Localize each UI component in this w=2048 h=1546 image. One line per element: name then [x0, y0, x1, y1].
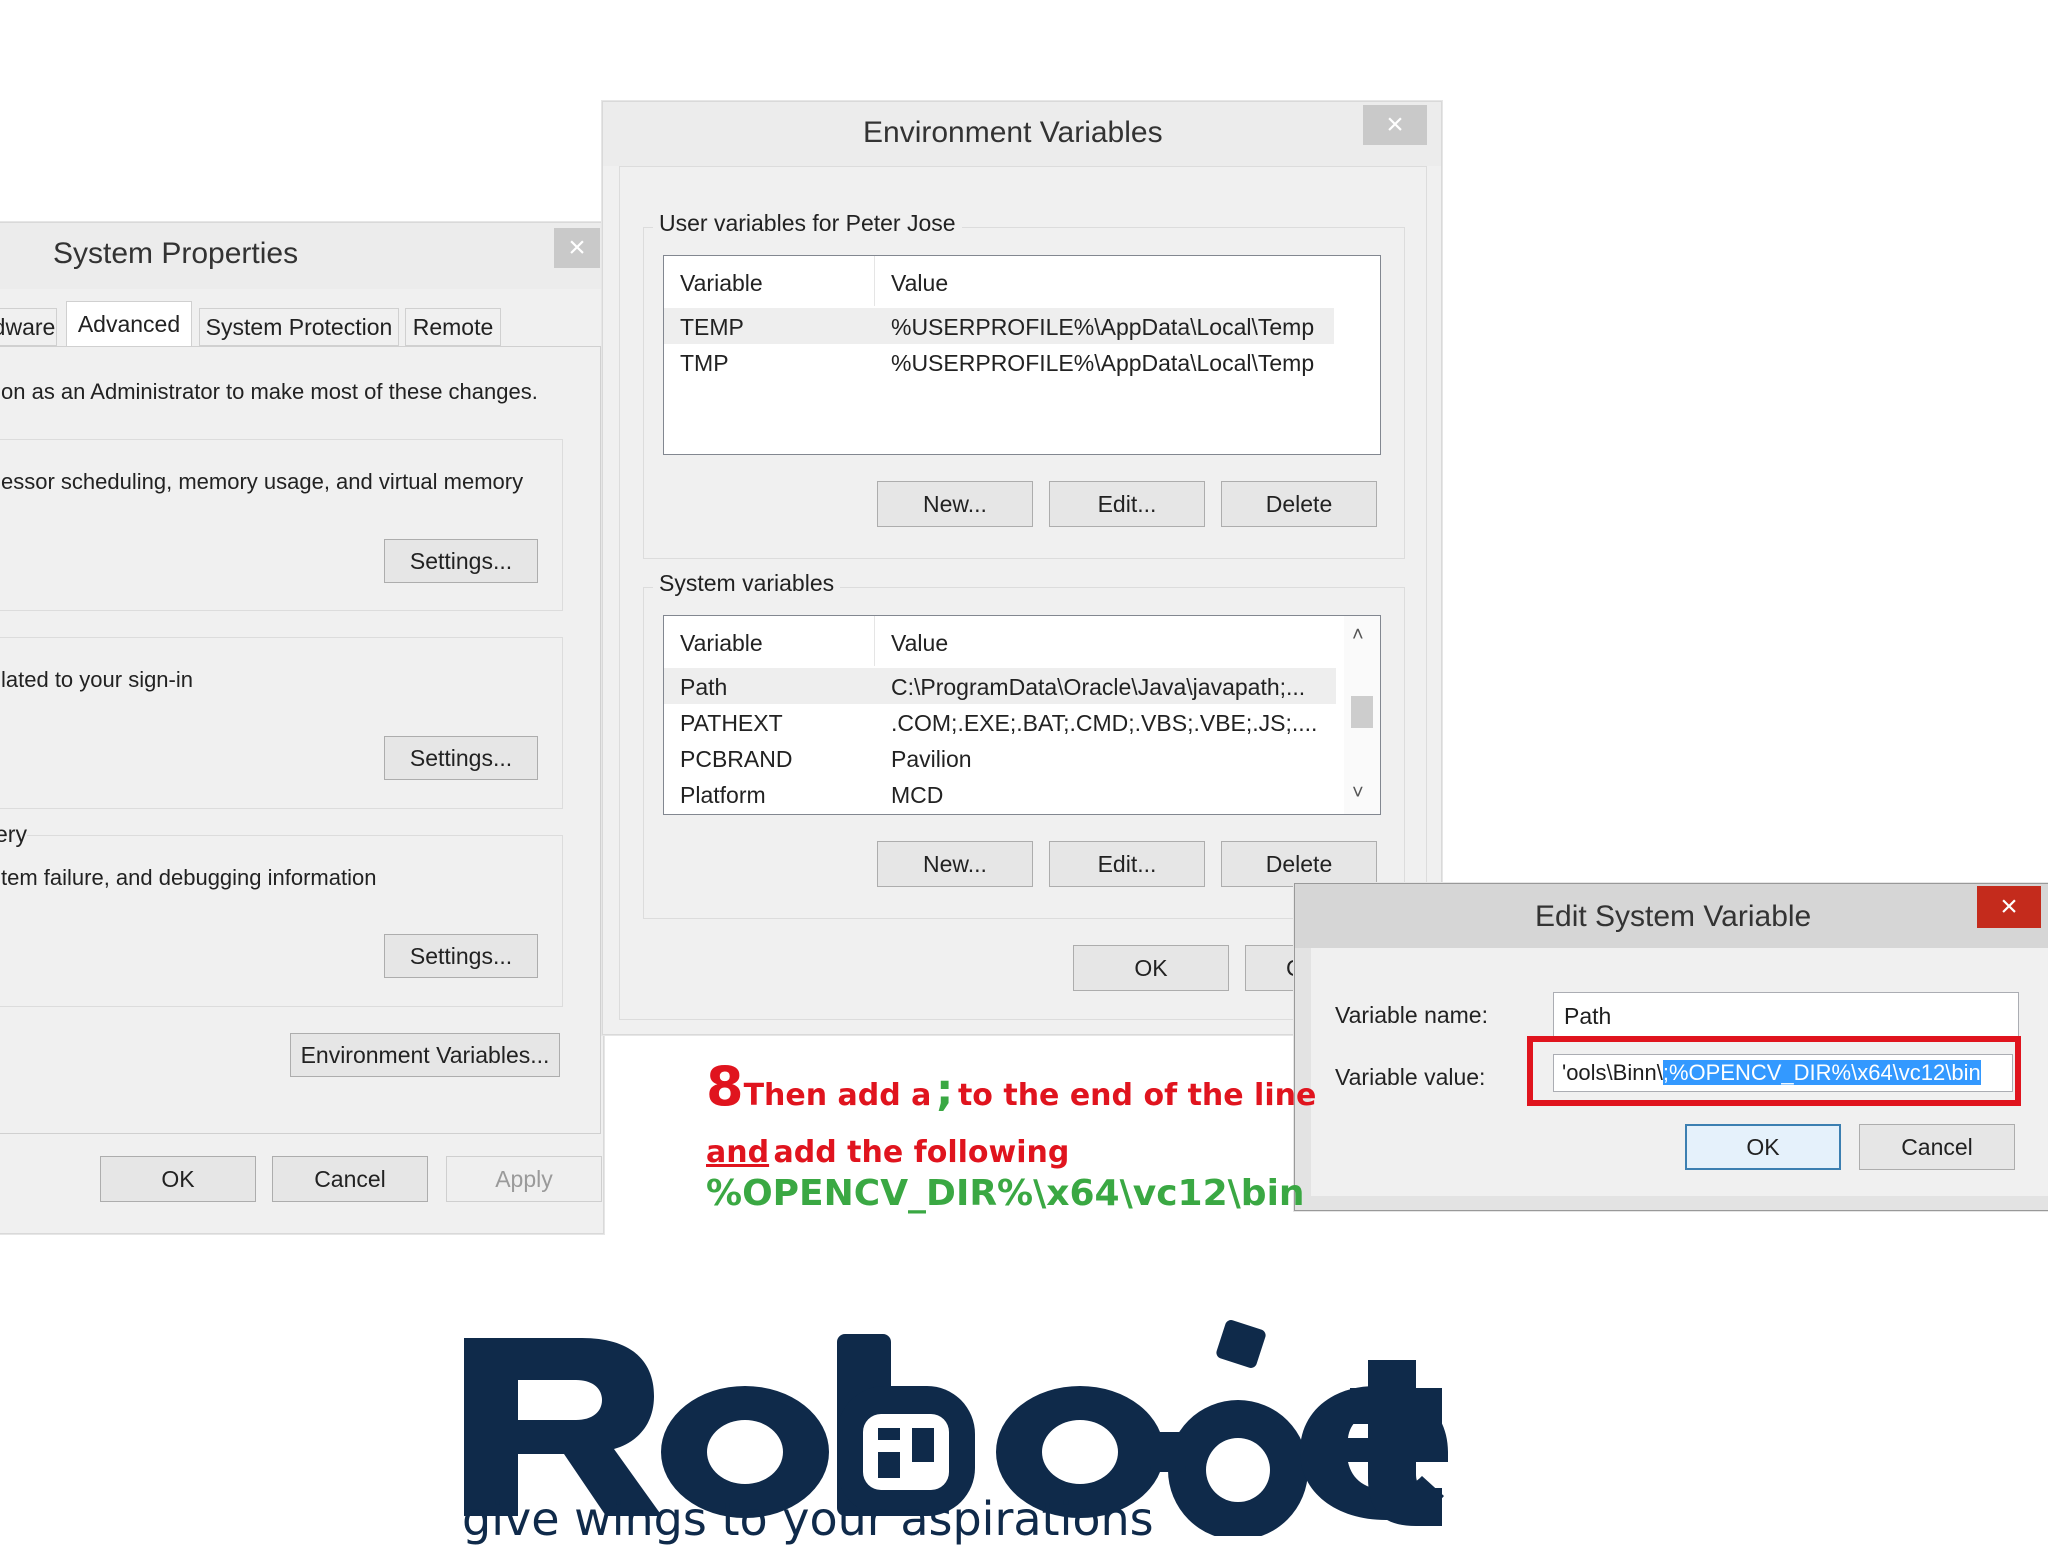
close-button[interactable]: × — [1363, 105, 1427, 145]
variable-value-selection: ;%OPENCV_DIR%\x64\vc12\bin — [1662, 1060, 1981, 1085]
tab-hardware[interactable]: dware — [0, 308, 57, 346]
variable-value-field[interactable]: 'ools\Binn\;%OPENCV_DIR%\x64\vc12\bin — [1553, 1054, 2013, 1092]
user-edit-button[interactable]: Edit... — [1049, 481, 1205, 527]
performance-settings-button[interactable]: Settings... — [384, 539, 538, 583]
performance-desc: essor scheduling, memory usage, and virt… — [1, 469, 524, 494]
table-row-value[interactable]: .COM;.EXE;.BAT;.CMD;.VBS;.VBE;.JS;.... — [891, 710, 1317, 737]
semicolon-highlight: ; — [935, 1065, 954, 1116]
table-row-variable[interactable]: Platform — [680, 782, 766, 809]
instruction-line-2: and add the following — [706, 1135, 1069, 1170]
profiles-group — [0, 637, 563, 809]
system-properties-window: System Properties × dware Advanced Syste… — [0, 222, 604, 1234]
system-edit-button[interactable]: Edit... — [1049, 841, 1205, 887]
logo-tagline: give wings to your aspirations — [462, 1492, 1154, 1546]
scrollbar-thumb[interactable] — [1351, 696, 1373, 728]
column-header-variable[interactable]: Variable — [680, 630, 763, 657]
instruction-annotation: 8Then add a ; to the end of the line and… — [706, 1055, 1316, 1225]
system-variables-label: System variables — [653, 570, 841, 597]
apply-button[interactable]: Apply — [446, 1156, 602, 1202]
table-row-value[interactable]: Pavilion — [891, 746, 972, 773]
table-row-variable[interactable]: PATHEXT — [680, 710, 783, 737]
startup-recovery-group — [0, 835, 563, 1007]
system-new-button[interactable]: New... — [877, 841, 1033, 887]
variable-value-prefix: 'ools\Binn\ — [1562, 1060, 1663, 1085]
instruction-text-2a: and — [706, 1135, 770, 1170]
instruction-text-2b: add the following — [773, 1135, 1070, 1170]
table-row-value[interactable]: %USERPROFILE%\AppData\Local\Temp — [891, 350, 1314, 377]
startup-settings-button[interactable]: Settings... — [384, 934, 538, 978]
tab-advanced[interactable]: Advanced — [66, 301, 192, 347]
table-row-variable[interactable]: Path — [680, 674, 727, 701]
system-variables-list[interactable]: Variable Value Path C:\ProgramData\Oracl… — [663, 615, 1381, 815]
variable-name-field[interactable]: Path — [1553, 992, 2019, 1038]
startup-recovery-label: ery — [0, 821, 27, 848]
close-button[interactable]: × — [1977, 886, 2041, 928]
user-variables-label: User variables for Peter Jose — [653, 210, 962, 237]
instruction-text-1a: Then add a — [743, 1078, 932, 1113]
edit-system-variable-window: Edit System Variable × Variable name: Pa… — [1294, 883, 2048, 1211]
tab-system-protection[interactable]: System Protection — [199, 308, 399, 346]
header-divider — [874, 616, 875, 666]
ok-button[interactable]: OK — [1073, 945, 1229, 991]
close-icon: × — [1386, 108, 1404, 141]
cancel-button[interactable]: Cancel — [1859, 1124, 2015, 1170]
table-row-value[interactable]: MCD — [891, 782, 943, 809]
table-row-variable[interactable]: PCBRAND — [680, 746, 792, 773]
performance-group — [0, 439, 563, 611]
instruction-text-1b: to the end of the line — [957, 1078, 1317, 1113]
instruction-code: %OPENCV_DIR%\x64\vc12\bin — [706, 1173, 1305, 1214]
table-row-value[interactable]: %USERPROFILE%\AppData\Local\Temp — [891, 314, 1314, 341]
close-button[interactable]: × — [554, 228, 600, 268]
window-title: Edit System Variable — [1535, 900, 1812, 933]
chevron-down-icon[interactable]: ˅ — [1352, 782, 1364, 805]
step-number: 8 — [706, 1055, 744, 1118]
table-row-variable[interactable]: TEMP — [680, 314, 744, 341]
variable-name-label: Variable name: — [1335, 1002, 1488, 1028]
user-new-button[interactable]: New... — [877, 481, 1033, 527]
header-divider — [874, 256, 875, 306]
close-icon: × — [568, 231, 586, 264]
close-icon: × — [2000, 890, 2018, 923]
environment-variables-button[interactable]: Environment Variables... — [290, 1033, 560, 1077]
brand-logo: give wings to your aspirations — [460, 1320, 1480, 1546]
user-variables-list[interactable]: Variable Value TEMP %USERPROFILE%\AppDat… — [663, 255, 1381, 455]
variable-value-label: Variable value: — [1335, 1064, 1486, 1090]
scrollbar[interactable]: ˄ ˅ — [1344, 616, 1380, 814]
column-header-value[interactable]: Value — [891, 630, 948, 657]
admin-note: on as an Administrator to make most of t… — [1, 379, 538, 404]
table-row-value[interactable]: C:\ProgramData\Oracle\Java\javapath;... — [891, 674, 1305, 701]
window-title: Environment Variables — [863, 116, 1163, 149]
instruction-line-1: 8Then add a ; to the end of the line — [706, 1055, 1316, 1118]
ok-button[interactable]: OK — [1685, 1124, 1841, 1170]
user-delete-button[interactable]: Delete — [1221, 481, 1377, 527]
variable-name-value: Path — [1564, 1003, 1612, 1029]
chevron-up-icon[interactable]: ˄ — [1352, 624, 1364, 647]
window-title: System Properties — [53, 237, 299, 270]
column-header-value[interactable]: Value — [891, 270, 948, 297]
system-delete-button[interactable]: Delete — [1221, 841, 1377, 887]
table-row-variable[interactable]: TMP — [680, 350, 729, 377]
column-header-variable[interactable]: Variable — [680, 270, 763, 297]
profiles-settings-button[interactable]: Settings... — [384, 736, 538, 780]
ok-button[interactable]: OK — [100, 1156, 256, 1202]
profiles-desc: lated to your sign-in — [1, 667, 193, 692]
tab-remote[interactable]: Remote — [405, 308, 501, 346]
cancel-button[interactable]: Cancel — [272, 1156, 428, 1202]
startup-desc: tem failure, and debugging information — [1, 865, 377, 890]
